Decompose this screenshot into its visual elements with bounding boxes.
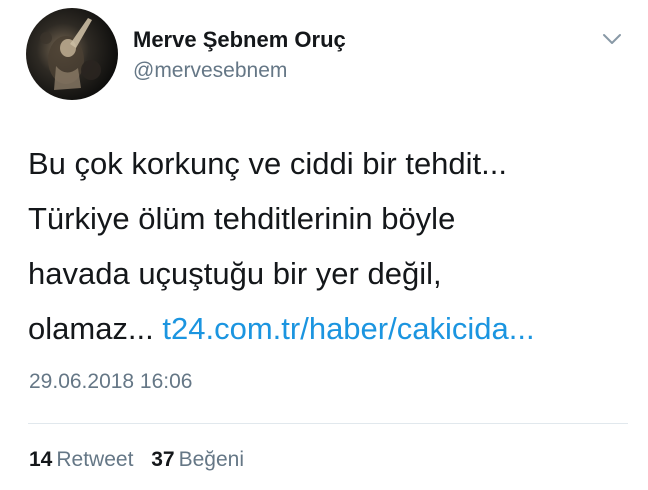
tweet-timestamp[interactable]: 29.06.2018 16:06 [29,370,193,394]
tweet-text-line: havada uçuştuğu bir yer değil, [28,256,442,291]
avatar[interactable] [26,8,118,100]
tweet-text-last-line: olamaz... t24.com.tr/haber/cakicida... [28,301,628,356]
retweet-stat[interactable]: 14 Retweet [29,448,133,472]
author-name[interactable]: Merve Şebnem Oruç [133,27,346,53]
chevron-down-icon[interactable] [598,30,626,50]
author-handle[interactable]: @mervesebnem [133,59,287,83]
avatar-photo [40,18,101,90]
tweet-card: Merve Şebnem Oruç @mervesebnem Bu çok ko… [0,0,648,490]
tweet-text-line: Bu çok korkunç ve ciddi bir tehdit... [28,146,508,181]
tweet-link[interactable]: t24.com.tr/haber/cakicida... [162,311,534,346]
retweet-count: 14 [29,448,53,471]
retweet-label: Retweet [56,448,134,471]
tweet-text-line: Türkiye ölüm tehditlerinin böyle [28,201,456,236]
tweet-text: Bu çok korkunç ve ciddi bir tehdit... Tü… [28,136,628,356]
tweet-text-segment: olamaz... [28,311,163,346]
like-label: Beğeni [178,448,244,471]
divider [28,423,628,424]
like-stat[interactable]: 37 Beğeni [151,448,244,472]
like-count: 37 [151,448,175,471]
tweet-stats: 14 Retweet 37 Beğeni [29,448,256,472]
